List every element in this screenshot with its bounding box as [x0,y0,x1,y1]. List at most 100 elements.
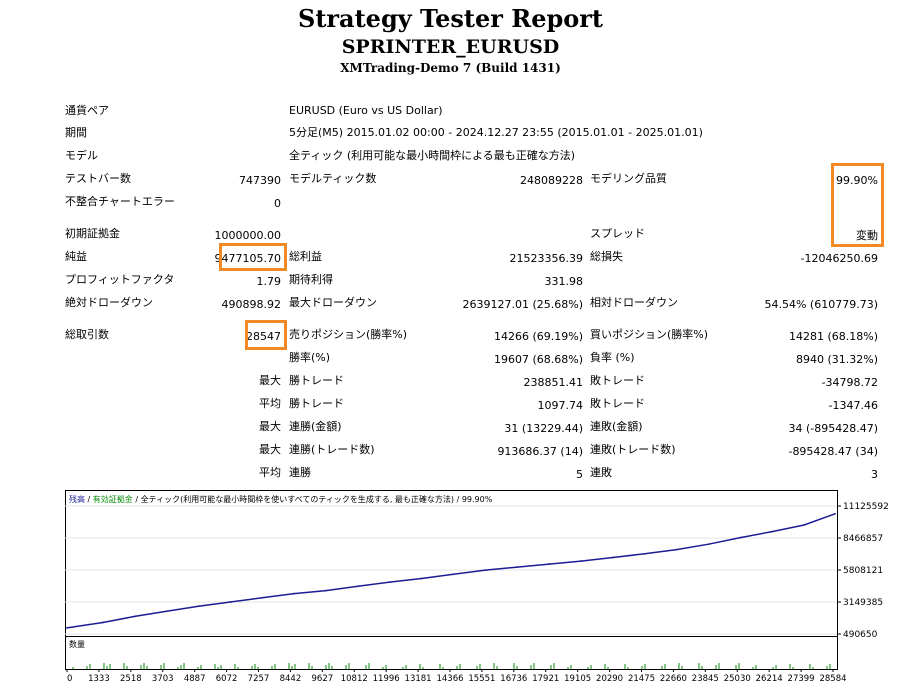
chart-header: 残高 / 有効証拠金 / 全ティック(利用可能な最小時間枠を使いすべてのティック… [69,494,493,504]
x-tick-label: 16736 [500,674,527,684]
equity-legend: 有効証拠金 [93,494,133,504]
gross-profit-value: 21523356.39 [509,252,583,265]
symbol-label: 通貨ペア [65,104,109,117]
balance-point [197,605,200,608]
highlight-box-net-profit [219,243,287,271]
gross-loss-value: -12046250.69 [800,252,878,265]
x-tick-label: 15551 [468,674,495,684]
absolute-drawdown-label: 絶対ドローダウン [65,296,153,309]
x-tick-label: 9627 [312,674,334,684]
x-tick-label: 26214 [756,674,783,684]
highlight-box-quality [831,163,884,247]
period-value: 5分足(M5) 2015.01.02 00:00 - 2024.12.27 23… [289,126,703,139]
consecutive-loss-label: 連敗(トレード数) [590,443,676,456]
long-positions-label: 買いポジション(勝率%) [590,328,709,341]
balance-point [611,556,614,559]
avg-consecutive-losses-value: 3 [871,468,878,481]
balance-point [739,536,742,539]
balance-point [229,601,232,603]
largest-loss-value: -34798.72 [821,376,878,389]
average-win-value: 1097.74 [537,399,584,412]
maximal-drawdown-label: 最大ドローダウン [289,296,377,309]
consecutive-profit-value: 913686.37 (14) [497,445,583,458]
balance-chart: 残高 / 有効証拠金 / 全ティック(利用可能な最小時間枠を使いすべてのティック… [65,490,889,640]
avg-consecutive-wins-label: 連勝 [289,466,311,479]
x-tick-label: 21475 [628,674,655,684]
consecutive-losses-amount-label: 連敗(金額) [590,420,643,433]
balance-point [101,621,104,624]
model-label: モデル [65,149,98,162]
consecutive-wins-amount-label: 連勝(金額) [289,420,342,433]
balance-point [293,592,296,595]
balance-point [133,615,136,618]
consecutive-profit-label: 連勝(トレード数) [289,443,375,456]
balance-point [707,543,710,546]
x-tick-label: 27399 [788,674,815,684]
bars-value: 747390 [239,174,281,187]
x-tick-label: 13181 [405,674,432,684]
relative-drawdown-value: 54.54% (610779.73) [764,298,878,311]
balance-point [165,610,168,613]
balance-point [548,563,551,565]
average-win-label: 勝トレード [289,397,344,410]
spread-label: スプレッド [590,227,645,240]
deposit-value: 1000000.00 [214,229,281,242]
model-value: 全ティック (利用可能な最小時間枠による最も正確な方法) [289,149,576,162]
avg-consecutive-wins-value: 5 [576,468,583,481]
largest-loss-label: 敗トレード [590,374,645,387]
x-tick-label: 7257 [248,674,270,684]
balance-point [803,524,806,526]
maximal-drawdown-value: 2639127.01 (25.68%) [462,298,583,311]
highlight-box-total-trades [245,320,287,350]
balance-legend: 残高 [69,494,85,504]
balance-point [325,589,327,592]
average2-label: 平均 [259,466,281,479]
expected-payoff-label: 期待利得 [289,273,333,286]
x-tick-label: 10812 [341,674,368,684]
consecutive-wins-amount-value: 31 (13229.44) [504,422,583,435]
x-tick-label: 23845 [692,674,719,684]
largest-label: 最大 [259,374,281,387]
balance-point [452,573,455,576]
average-loss-label: 敗トレード [590,397,645,410]
total-trades-label: 総取引数 [65,328,109,341]
quality-label: モデリング品質 [590,172,667,185]
x-tick-label: 6072 [216,674,238,684]
gross-profit-label: 総利益 [289,250,322,263]
x-tick-label: 28584 [819,674,846,684]
legend-separator: / [85,495,93,504]
win-rate-label: 勝率(%) [289,351,331,364]
x-tick-label: 0 [67,674,72,684]
balance-point [261,596,264,599]
largest-win-label: 勝トレード [289,374,344,387]
ticks-value: 248089228 [520,174,583,187]
volume-x-ticks: 0 1333 2518 3703 4887 6072 7257 8442 9627 10812 11… [66,669,847,684]
x-tick-label: 1333 [88,674,110,684]
consecutive-loss-value: -895428.47 (34) [788,445,878,458]
report-title: Strategy Tester Report [297,4,604,33]
maximum-label: 最大 [259,420,281,433]
balance-point [66,626,68,629]
errors-label: 不整合チャートエラー [65,195,175,208]
balance-point [484,569,487,571]
short-positions-value: 14266 (69.19%) [493,330,583,343]
balance-point [420,577,423,580]
profit-factor-value: 1.79 [256,275,282,288]
server-name: XMTrading-Demo 7 (Build 1431) [340,61,561,75]
volume-plot-frame [65,636,838,670]
avg-consecutive-losses-label: 連敗 [590,466,612,479]
x-tick-label: 25030 [724,674,751,684]
loss-rate-label: 負率 (%) [590,351,635,364]
y-tick-label: 11125592 [843,502,889,512]
relative-drawdown-label: 相対ドローダウン [590,296,678,309]
volume-label: 数量 [69,639,85,649]
expert-name: SPRINTER_EURUSD [341,36,560,58]
average-label: 平均 [259,397,281,410]
y-tick-label: 3149385 [843,598,883,608]
balance-point [388,581,391,584]
period-label: 期間 [65,126,87,139]
balance-plot-frame [65,490,838,639]
balance-point [516,566,519,568]
win-rate-value: 19607 (68.68%) [493,353,583,366]
balance-point [580,560,582,562]
